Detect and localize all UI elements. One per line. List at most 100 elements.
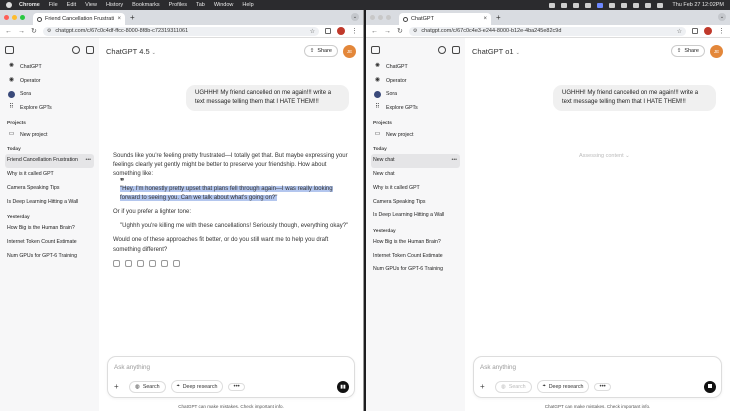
menubar-clock[interactable]: Thu Feb 27 12:02PM [672,2,724,8]
reload-icon[interactable]: ↻ [31,27,37,35]
stop-generating-button[interactable] [704,381,716,393]
extensions-icon[interactable] [325,28,331,34]
profile-avatar[interactable] [704,27,712,35]
history-item[interactable]: How Big is the Human Brain? [5,222,94,236]
status-icon[interactable] [549,2,556,8]
sidebar-item-chatgpt[interactable]: ✺ ChatGPT [371,60,460,74]
battery-icon[interactable] [621,2,628,8]
history-item[interactable]: Num GPUs for GPT-6 Training [371,263,460,277]
composer[interactable]: Ask anything + ◍ Search ⌖ Deep research ••… [107,356,355,398]
url-field[interactable]: ⚙ chatgpt.com/c/67c0c4e3-e244-8000-b12e-… [408,26,686,36]
user-avatar[interactable]: JE [710,44,723,58]
new-chat-icon[interactable] [86,46,94,54]
sidebar-item-explore-gpts[interactable]: ⠿ Explore GPTs [371,101,460,115]
search-icon[interactable] [645,2,652,8]
new-project-button[interactable]: ▭ New project [5,128,94,142]
sidebar-item-operator[interactable]: ◉ Operator [5,74,94,88]
sidebar-item-sora[interactable]: Sora [371,87,460,101]
history-item[interactable]: Internet Token Count Estimate [371,250,460,264]
search-chats-icon[interactable] [72,46,80,54]
history-item[interactable]: Why is it called GPT [5,168,94,182]
thumbs-down-icon[interactable] [137,259,144,267]
more-options-icon[interactable]: ••• [86,154,94,168]
copy-icon[interactable] [113,259,120,267]
share-button[interactable]: ⇪ Share [303,45,338,57]
close-window-button[interactable] [4,15,9,20]
search-chats-icon[interactable] [438,46,446,54]
deep-research-button[interactable]: ⌖ Deep research [536,380,590,393]
history-item-active[interactable]: Friend Cancellation Frustration ••• [5,154,94,169]
menu-profiles[interactable]: Profiles [169,2,187,8]
composer[interactable]: Ask anything + ◍ Search ⌖ Deep research ••… [473,356,722,398]
menu-help[interactable]: Help [242,2,253,8]
status-icon[interactable] [585,2,592,8]
zoom-window-button[interactable] [20,15,25,20]
menu-chrome[interactable]: Chrome [19,2,40,8]
more-options-icon[interactable]: ••• [452,154,460,168]
history-item-active[interactable]: New chat ••• [371,154,460,169]
edit-canvas-icon[interactable] [161,259,168,267]
attach-icon[interactable]: + [480,382,490,391]
sidebar-item-operator[interactable]: ◉ Operator [371,74,460,88]
wifi-icon[interactable] [633,2,640,8]
share-button[interactable]: ⇪ Share [670,45,705,57]
menu-edit[interactable]: Edit [67,2,76,8]
site-info-icon[interactable]: ⚙ [47,28,51,34]
search-button[interactable]: ◍ Search [129,380,166,393]
browser-tab[interactable]: ChatGPT × [399,13,491,25]
bookmark-star-icon[interactable]: ☆ [677,28,682,35]
history-item[interactable]: Camera Speaking Tips [5,182,94,196]
history-item[interactable]: Camera Speaking Tips [371,196,460,210]
menu-view[interactable]: View [85,2,97,8]
message-input[interactable]: Ask anything [480,364,516,371]
history-item[interactable]: Num GPUs for GPT-6 Training [5,250,94,264]
url-field[interactable]: ⚙ chatgpt.com/c/67c0c4df-ffcc-8000-8f8b-… [42,26,319,36]
menu-history[interactable]: History [106,2,123,8]
sidebar-item-chatgpt[interactable]: ✺ ChatGPT [5,60,94,74]
thumbs-up-icon[interactable] [125,259,132,267]
more-tools-icon[interactable]: ••• [228,382,245,391]
sidebar-item-sora[interactable]: Sora [5,87,94,101]
browser-tab[interactable]: Friend Cancellation Frustratio × [33,13,125,25]
reload-icon[interactable]: ↻ [397,27,403,35]
chrome-menu-icon[interactable]: ⋮ [718,27,725,35]
close-tab-icon[interactable]: × [483,16,487,22]
close-window-button[interactable] [370,15,375,20]
voice-mode-button[interactable]: ▮▮ [337,381,349,393]
status-icon[interactable] [609,2,616,8]
message-input[interactable]: Ask anything [114,364,150,371]
menu-bookmarks[interactable]: Bookmarks [132,2,160,8]
status-icon[interactable] [561,2,568,8]
more-tools-icon[interactable]: ••• [594,382,611,391]
status-icon[interactable] [573,2,580,8]
search-button[interactable]: ◍ Search [495,380,532,393]
back-icon[interactable]: ← [371,28,378,35]
minimize-window-button[interactable] [12,15,17,20]
history-item[interactable]: Internet Token Count Estimate [5,236,94,250]
zoom-window-button[interactable] [386,15,391,20]
control-center-icon[interactable] [657,2,664,8]
focus-icon[interactable] [597,2,604,8]
menu-tab[interactable]: Tab [196,2,205,8]
tab-search-button[interactable]: ⌄ [718,13,726,21]
read-aloud-icon[interactable] [149,259,156,267]
bookmark-star-icon[interactable]: ☆ [310,28,315,35]
menu-window[interactable]: Window [214,2,234,8]
extensions-icon[interactable] [692,28,698,34]
history-item[interactable]: How Big is the Human Brain? [371,236,460,250]
new-tab-button[interactable]: + [496,13,501,22]
attach-icon[interactable]: + [114,382,124,391]
history-item[interactable]: New chat [371,168,460,182]
profile-avatar[interactable] [337,27,345,35]
tab-search-button[interactable]: ⌄ [351,13,359,21]
menu-file[interactable]: File [49,2,58,8]
model-selector[interactable]: ChatGPT 4.5 ⌄ [106,47,156,56]
deep-research-button[interactable]: ⌖ Deep research [170,380,224,393]
history-item[interactable]: Is Deep Learning Hitting a Wall [5,196,94,210]
history-item[interactable]: Why is it called GPT [371,182,460,196]
regenerate-icon[interactable] [173,259,180,267]
toggle-sidebar-icon[interactable] [5,46,14,54]
forward-icon[interactable]: → [384,28,391,35]
model-selector[interactable]: ChatGPT o1 ⌄ [472,47,520,56]
minimize-window-button[interactable] [378,15,383,20]
